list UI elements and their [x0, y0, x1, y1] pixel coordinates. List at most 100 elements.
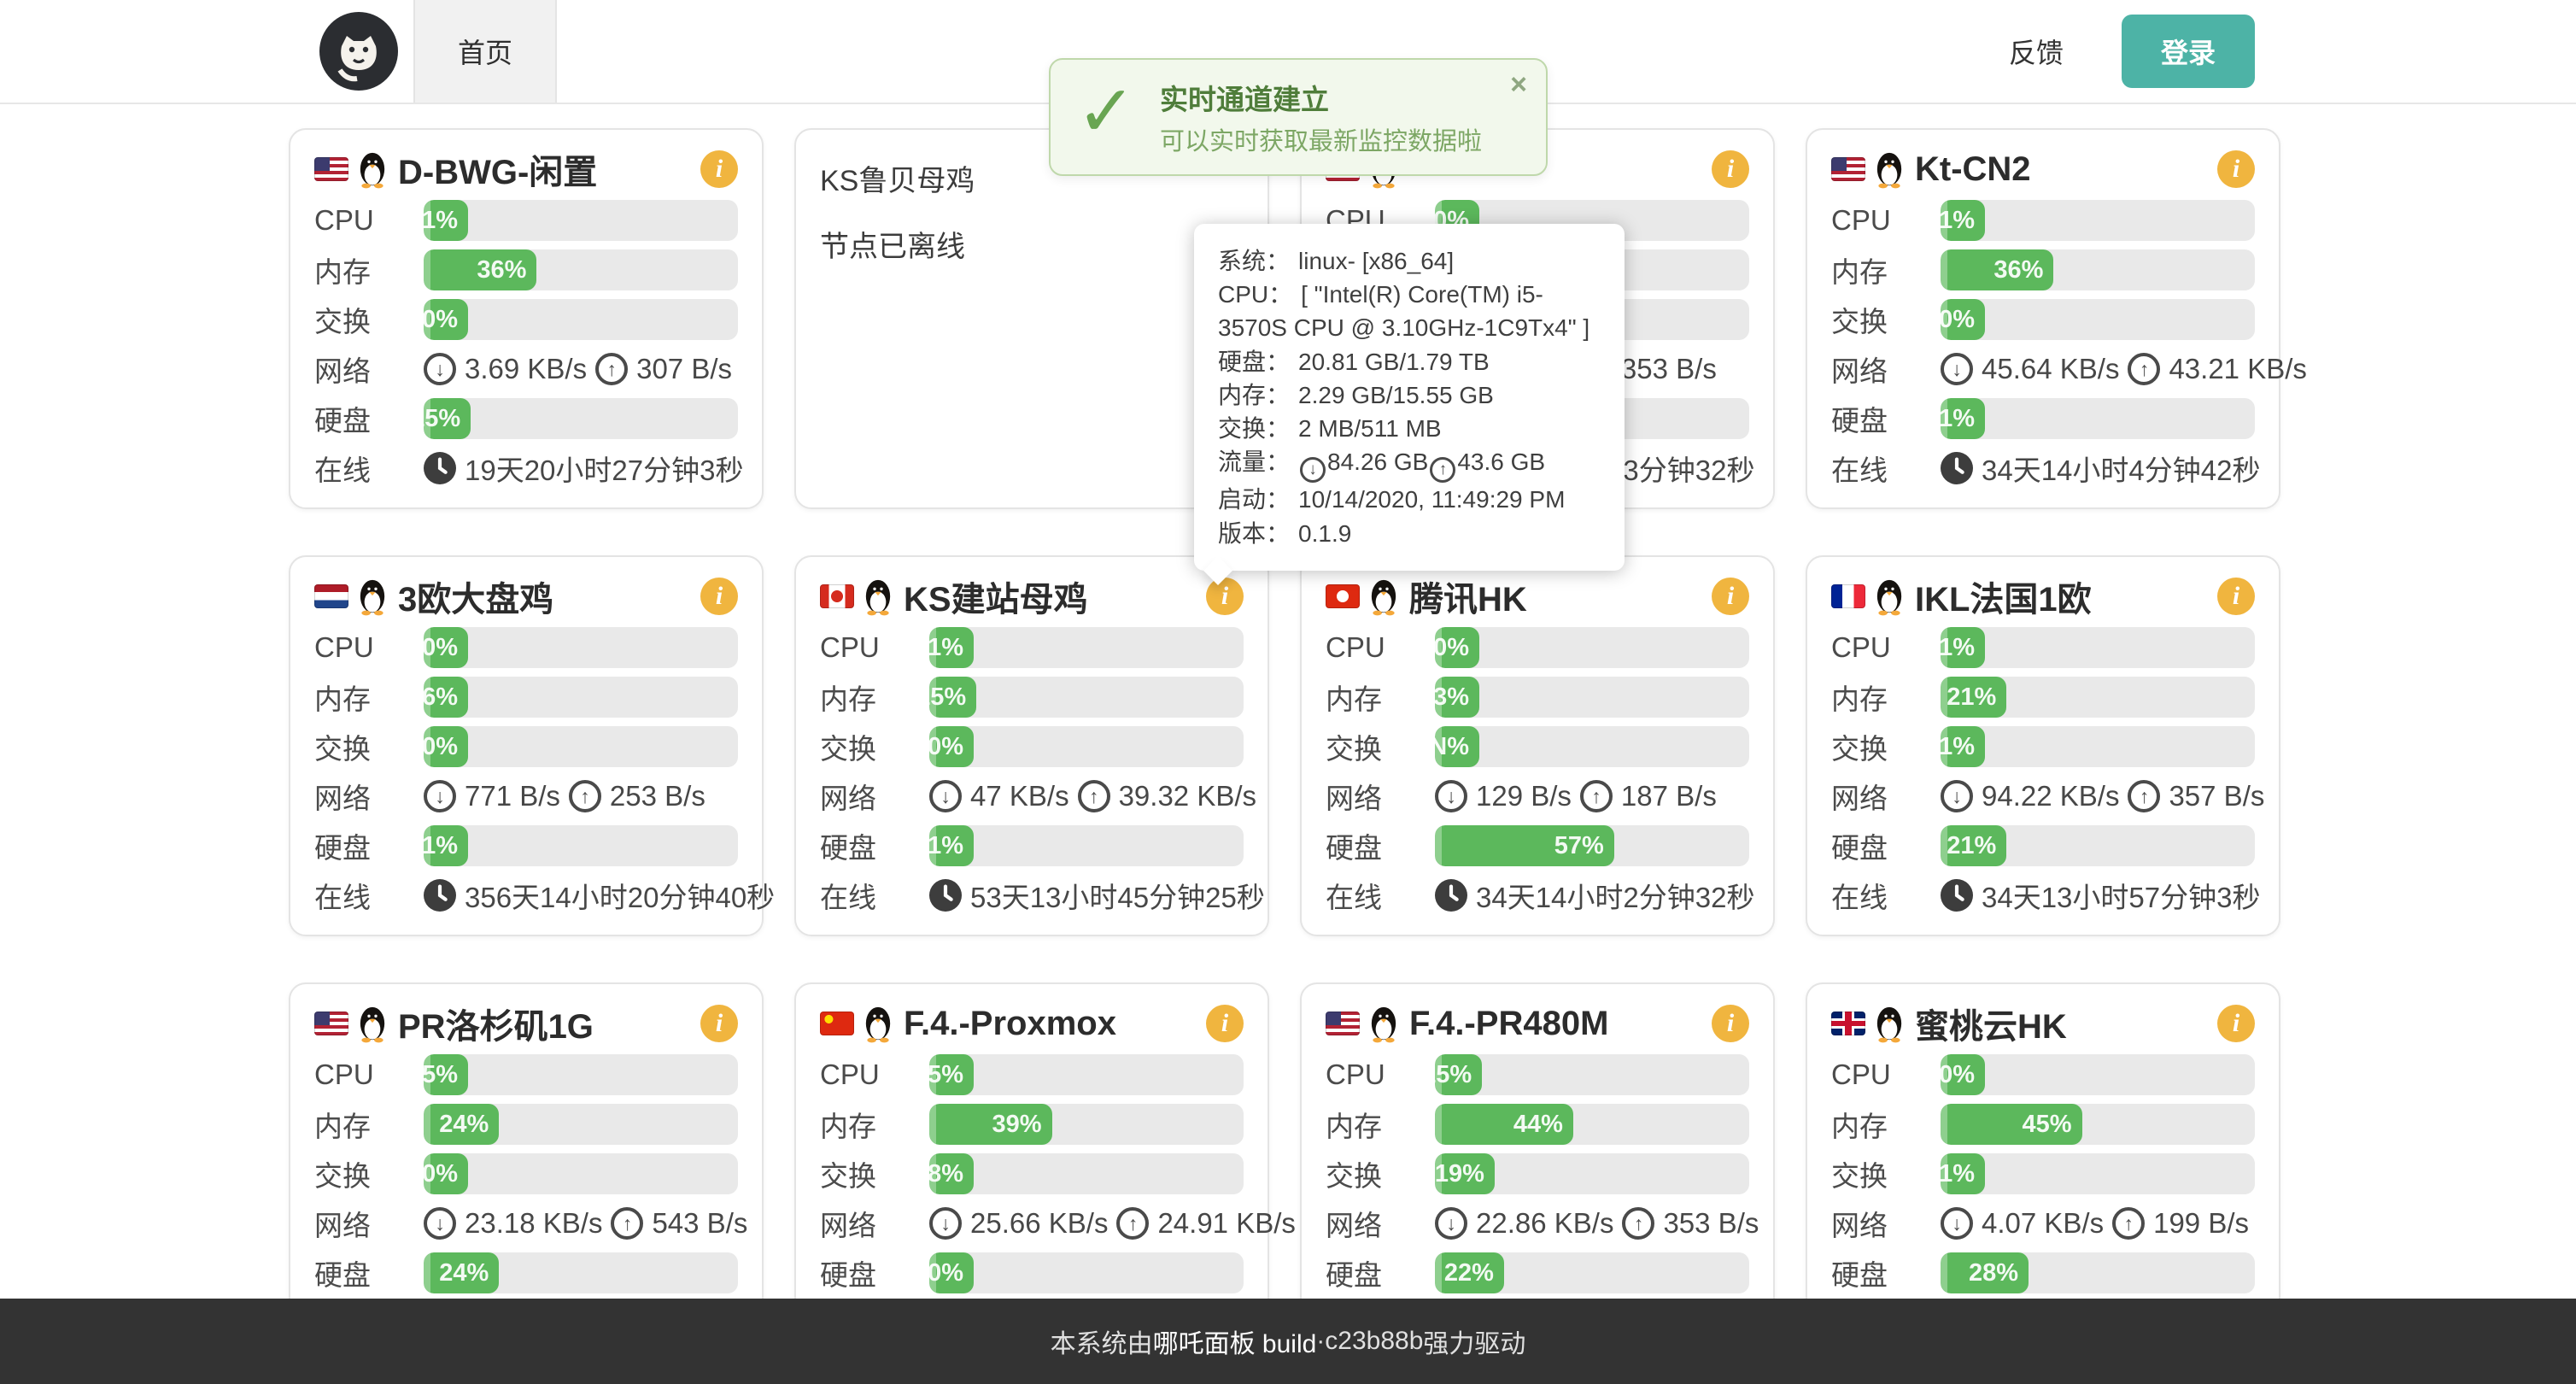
network-row: 网络 47 KB/s 39.32 KB/s: [820, 776, 1244, 817]
disk-percent: 24%: [439, 1259, 499, 1287]
tooltip-row-label: 启动：: [1218, 486, 1290, 513]
online-label: 在线: [1831, 875, 1941, 916]
info-icon[interactable]: [2217, 578, 2255, 615]
info-icon[interactable]: [1712, 1005, 1749, 1042]
linux-penguin-icon: [861, 1003, 895, 1044]
linux-penguin-icon: [1367, 576, 1401, 617]
network-value: 129 B/s 187 B/s: [1435, 780, 1717, 812]
memory-label: 内存: [314, 249, 424, 290]
cpu-usage-fill: 1%: [1941, 627, 1985, 668]
disk-usage-bar: 11%: [1941, 398, 2255, 439]
swap-usage-bar: 0%: [424, 1153, 738, 1194]
cpu-usage-fill: 1%: [929, 627, 974, 668]
server-name: PR洛杉矶1G: [398, 999, 700, 1048]
memory-label: 内存: [314, 677, 424, 718]
upload-arrow-icon: [1116, 1207, 1149, 1240]
uptime-text: 356天14小时20分钟40秒: [465, 875, 775, 916]
cpu-row: CPU 5%: [314, 1054, 738, 1095]
country-flag-icon: [820, 584, 854, 608]
login-button[interactable]: 登录: [2122, 15, 2255, 88]
online-row: 在线 34天13小时57分钟3秒: [1831, 875, 2255, 916]
info-icon[interactable]: [2217, 150, 2255, 188]
server-name: F.4.-PR480M: [1409, 1005, 1712, 1043]
info-icon[interactable]: [1206, 578, 1244, 615]
cpu-label: CPU: [314, 204, 424, 237]
cpu-label: CPU: [1326, 631, 1435, 664]
disk-label: 硬盘: [1831, 398, 1941, 439]
upload-speed: 353 B/s: [1621, 353, 1717, 385]
upload-speed: 543 B/s: [652, 1207, 747, 1240]
cpu-row: CPU 1%: [1831, 627, 2255, 668]
info-icon[interactable]: [2217, 1005, 2255, 1042]
online-value: 19天20小时27分钟3秒: [424, 448, 743, 489]
swap-usage-fill: 19%: [1435, 1153, 1495, 1194]
info-icon[interactable]: [1206, 1005, 1244, 1042]
disk-usage-bar: 21%: [1941, 825, 2255, 866]
network-value: 94.22 KB/s 357 B/s: [1941, 780, 2264, 812]
upload-speed: 307 B/s: [636, 353, 732, 385]
cpu-row: CPU 5%: [820, 1054, 1244, 1095]
country-flag-icon: [314, 1012, 348, 1035]
country-flag-icon: [1831, 584, 1865, 608]
memory-usage-bar: 24%: [424, 1104, 738, 1145]
nav-tab-home[interactable]: 首页: [413, 0, 557, 103]
memory-usage-bar: 36%: [1941, 249, 2255, 290]
tooltip-row-value: 10/14/2020, 11:49:29 PM: [1298, 486, 1565, 513]
disk-percent: 15%: [424, 405, 471, 433]
cpu-usage-bar: 15%: [1435, 1054, 1749, 1095]
cpu-usage-bar: 1%: [1941, 200, 2255, 241]
cpu-usage-fill: 0%: [1435, 627, 1479, 668]
network-row: 网络 129 B/s 187 B/s: [1326, 776, 1749, 817]
disk-row: 硬盘 10%: [820, 1252, 1244, 1293]
swap-label: 交换: [1831, 1153, 1941, 1194]
info-icon[interactable]: [1712, 578, 1749, 615]
cpu-percent: 5%: [424, 1061, 468, 1089]
toast-close-icon[interactable]: ×: [1510, 68, 1527, 102]
cpu-percent: 0%: [424, 634, 468, 662]
network-value: 23.18 KB/s 543 B/s: [424, 1207, 747, 1240]
upload-arrow-icon: [1078, 780, 1110, 812]
upload-arrow-icon: [595, 353, 628, 385]
memory-percent: 6%: [424, 683, 468, 712]
feedback-link[interactable]: 反馈: [2009, 32, 2064, 71]
memory-percent: 24%: [439, 1111, 499, 1139]
download-arrow-icon: [929, 780, 962, 812]
footer-panel-link[interactable]: 哪吒面板 build: [1153, 1322, 1317, 1360]
site-logo[interactable]: [319, 12, 398, 91]
server-card-header: IKL法国1欧: [1831, 571, 2255, 622]
disk-usage-fill: 15%: [424, 398, 471, 439]
info-icon[interactable]: [700, 150, 738, 188]
info-icon[interactable]: [1712, 150, 1749, 188]
swap-row: 交换 8%: [820, 1153, 1244, 1194]
footer-bar: 本系统由 哪吒面板 build · c23b88b 强力驱动: [0, 1299, 2576, 1384]
memory-usage-fill: 39%: [929, 1104, 1052, 1145]
tooltip-row-value: 0.1.9: [1298, 520, 1351, 547]
cpu-usage-fill: 0%: [1941, 1054, 1985, 1095]
memory-label: 内存: [1831, 1104, 1941, 1145]
memory-usage-fill: 44%: [1435, 1104, 1573, 1145]
memory-row: 内存 44%: [1326, 1104, 1749, 1145]
memory-label: 内存: [1831, 677, 1941, 718]
swap-label: 交换: [1326, 726, 1435, 767]
memory-percent: 39%: [992, 1111, 1051, 1139]
network-label: 网络: [1326, 776, 1435, 817]
tooltip-traffic-up: 43.6 GB: [1457, 449, 1545, 475]
download-arrow-icon: [1300, 457, 1326, 483]
cpu-percent: 5%: [929, 1061, 974, 1089]
tooltip-row-label: 版本：: [1218, 520, 1290, 547]
network-row: 网络 25.66 KB/s 24.91 KB/s: [820, 1203, 1244, 1244]
info-icon[interactable]: [700, 1005, 738, 1042]
memory-usage-fill: 36%: [424, 249, 536, 290]
swap-percent: 1%: [1941, 733, 1985, 761]
swap-percent: 19%: [1435, 1160, 1495, 1188]
server-card-header: F.4.-PR480M: [1326, 998, 1749, 1049]
footer-dot: ·: [1316, 1327, 1325, 1356]
memory-usage-bar: 3%: [1435, 677, 1749, 718]
swap-usage-fill: 0%: [424, 1153, 468, 1194]
swap-percent: 1%: [1941, 1160, 1985, 1188]
cpu-percent: 1%: [1941, 207, 1985, 235]
upload-arrow-icon: [1580, 780, 1613, 812]
server-name: 腾讯HK: [1409, 572, 1712, 621]
server-card-header: KS建站母鸡: [820, 571, 1244, 622]
info-icon[interactable]: [700, 578, 738, 615]
